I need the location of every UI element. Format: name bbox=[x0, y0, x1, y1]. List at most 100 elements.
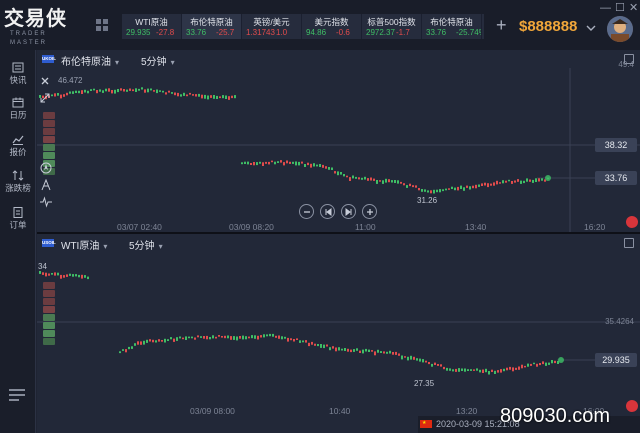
candle bbox=[341, 348, 343, 351]
alert-icon[interactable] bbox=[626, 216, 638, 228]
candle bbox=[304, 164, 306, 167]
candle bbox=[364, 176, 366, 180]
candlestick-chart[interactable] bbox=[37, 234, 640, 433]
china-flag-icon: ★ bbox=[420, 420, 432, 428]
candle bbox=[311, 341, 313, 345]
candle bbox=[57, 93, 59, 96]
account-balance[interactable]: $888888 bbox=[519, 18, 577, 35]
menu-icon[interactable] bbox=[9, 389, 25, 401]
candle bbox=[551, 360, 553, 364]
sidebar-item-quotes[interactable]: 报价 bbox=[0, 134, 36, 160]
candle bbox=[111, 90, 113, 94]
candle bbox=[424, 189, 426, 192]
candle bbox=[355, 176, 357, 179]
candle bbox=[114, 89, 116, 94]
candle bbox=[356, 348, 358, 351]
candle bbox=[299, 340, 301, 343]
symbol-flag-icon: UKOIL bbox=[42, 55, 56, 63]
candle bbox=[81, 90, 83, 94]
candle bbox=[63, 275, 65, 278]
ticker-item[interactable]: 布伦特原油 33.76 -25.74% bbox=[422, 14, 482, 39]
zoom-in-button[interactable] bbox=[362, 204, 377, 219]
chevron-down-icon[interactable] bbox=[586, 24, 596, 32]
sidebar-item-orders[interactable]: 订单 bbox=[0, 207, 36, 233]
scroll-left-button[interactable] bbox=[320, 204, 335, 219]
candle bbox=[494, 370, 496, 374]
candle bbox=[197, 335, 199, 338]
chart-pane-brent[interactable]: UKOIL 布伦特原油 ▾ 5分钟 ▾ 49.4 46.472 38.32 33.7… bbox=[37, 50, 640, 233]
grid-menu-icon[interactable] bbox=[96, 19, 108, 31]
ticker-item[interactable]: WTI原油 29.935 -27.8 bbox=[122, 14, 182, 39]
x-tick-label: 11:00 bbox=[355, 222, 376, 232]
ticker-item[interactable]: 标普500指数 2972.37 -1.7 bbox=[362, 14, 422, 39]
timeframe-selector[interactable]: 5分钟 ▾ bbox=[129, 237, 163, 252]
candle bbox=[455, 368, 457, 372]
candle bbox=[548, 362, 550, 365]
maximize-icon[interactable]: ☐ bbox=[615, 3, 625, 14]
candle bbox=[319, 164, 321, 167]
zoom-out-button[interactable] bbox=[299, 204, 314, 219]
alert-icon[interactable] bbox=[626, 400, 638, 412]
sidebar-item-ranking[interactable]: 涨跌榜 bbox=[0, 170, 36, 196]
candle bbox=[442, 189, 444, 192]
candle bbox=[371, 350, 373, 352]
close-icon[interactable]: ✕ bbox=[629, 3, 638, 14]
timeframe-selector[interactable]: 5分钟 ▾ bbox=[141, 53, 175, 68]
symbol-selector[interactable]: WTI原油 ▾ bbox=[61, 237, 107, 252]
avatar[interactable] bbox=[607, 16, 633, 42]
scroll-right-button[interactable] bbox=[341, 204, 356, 219]
candle bbox=[338, 347, 340, 351]
candle bbox=[141, 87, 143, 90]
ticker-item[interactable]: 布伦特原油 33.76 -25.7 bbox=[182, 14, 242, 39]
candle bbox=[218, 335, 220, 337]
close-icon[interactable] bbox=[40, 76, 56, 90]
ticker-change: -27.8 bbox=[156, 28, 175, 37]
candle bbox=[397, 180, 399, 184]
candle bbox=[493, 182, 495, 186]
ticker-item[interactable]: 英镑/美元 1.31743 1.0 bbox=[242, 14, 302, 39]
candle bbox=[427, 190, 429, 193]
candle bbox=[416, 358, 418, 361]
pane-settings-icon[interactable] bbox=[624, 54, 634, 64]
candle bbox=[503, 368, 505, 372]
text-tool-icon[interactable] bbox=[40, 178, 56, 193]
candle bbox=[410, 355, 412, 360]
candle bbox=[225, 95, 227, 99]
logo-subtitle: TRADER MASTER bbox=[10, 31, 48, 46]
wave-icon[interactable] bbox=[40, 196, 56, 210]
candle bbox=[316, 164, 318, 167]
candle bbox=[370, 177, 372, 181]
app-logo[interactable]: 交易侠 TRADER MASTER bbox=[4, 6, 84, 46]
last-price-dot bbox=[558, 357, 564, 363]
chart-pane-wti[interactable]: USOIL WTI原油 ▾ 5分钟 ▾ 34 35.4264 29.935 27.3… bbox=[37, 234, 640, 433]
candle bbox=[147, 88, 149, 93]
candle bbox=[485, 368, 487, 373]
candle bbox=[129, 88, 131, 91]
candle bbox=[491, 369, 493, 372]
candle bbox=[533, 362, 535, 365]
candle bbox=[343, 174, 345, 177]
candle bbox=[479, 369, 481, 373]
sidebar-item-calendar[interactable]: 日历 bbox=[0, 97, 36, 123]
compass-icon[interactable] bbox=[40, 162, 56, 176]
symbol-selector[interactable]: 布伦特原油 ▾ bbox=[61, 53, 119, 68]
candle bbox=[386, 351, 388, 354]
sidebar-item-news[interactable]: 快讯 bbox=[0, 62, 36, 88]
ticker-item[interactable]: 美元指数 94.86 -0.6 bbox=[302, 14, 362, 39]
candle bbox=[102, 90, 104, 93]
candle bbox=[207, 95, 209, 100]
candle bbox=[75, 274, 77, 277]
candle bbox=[497, 370, 499, 373]
pane-settings-icon[interactable] bbox=[624, 238, 634, 248]
candle bbox=[322, 164, 324, 168]
expand-icon[interactable] bbox=[40, 93, 56, 107]
add-icon[interactable]: + bbox=[496, 16, 507, 34]
candle bbox=[99, 89, 101, 92]
ticker-name: 标普500指数 bbox=[367, 17, 416, 27]
ticker-price: 2972.37 bbox=[366, 28, 395, 37]
candle bbox=[362, 349, 364, 354]
chevron-down-icon: ▾ bbox=[170, 58, 175, 67]
candle bbox=[373, 178, 375, 181]
minimize-icon[interactable]: — bbox=[600, 3, 611, 14]
candle bbox=[259, 161, 261, 164]
